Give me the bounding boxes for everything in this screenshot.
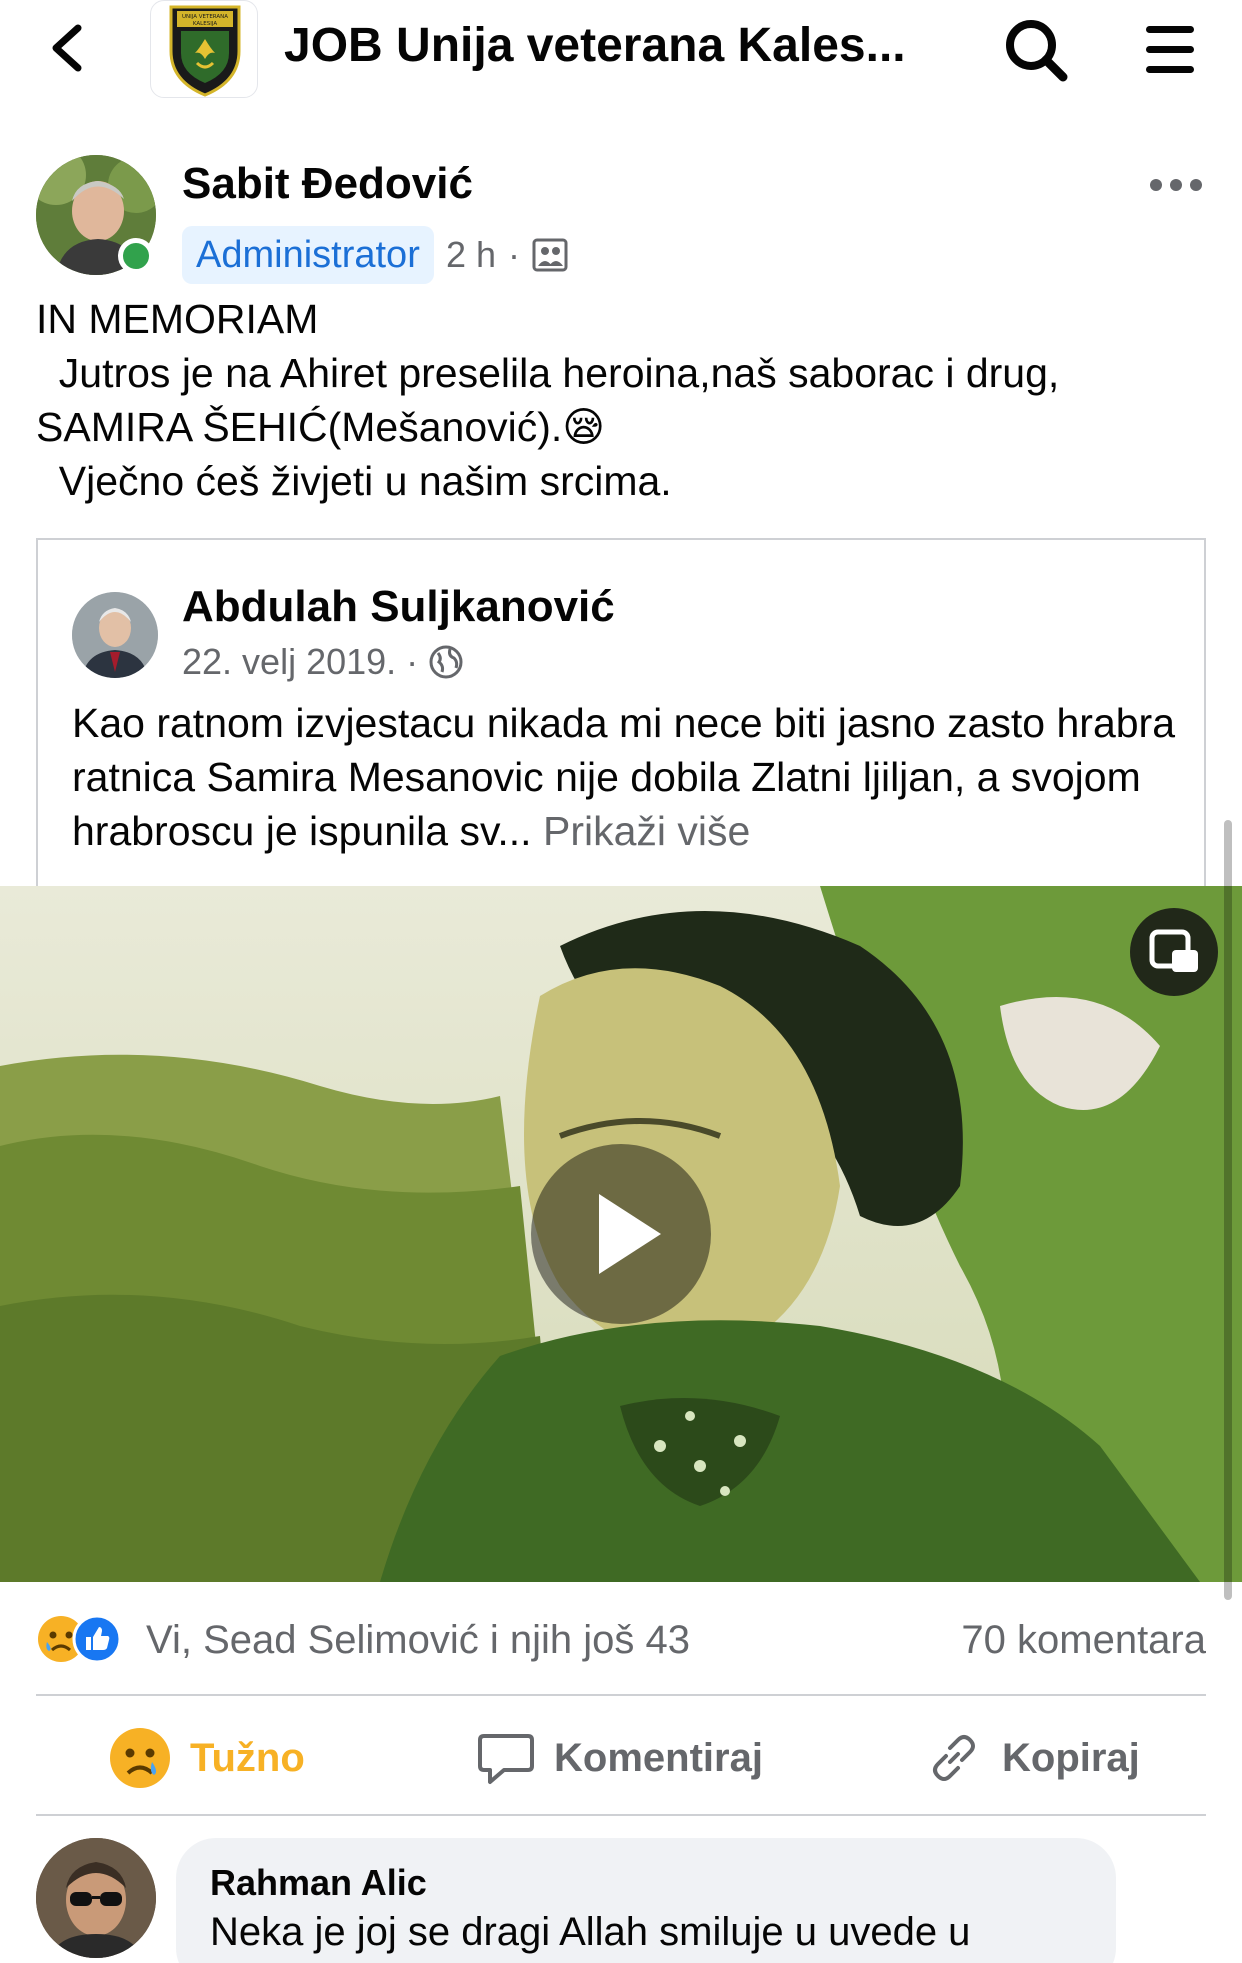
comment-button-label: Komentiraj [554, 1735, 763, 1780]
page-scrollbar[interactable] [1224, 820, 1232, 1600]
menu-button[interactable] [1140, 16, 1200, 82]
group-title[interactable]: JOB Unija veterana Kales... [284, 14, 944, 78]
logo-text-top: UNIJA VETERANA [182, 14, 228, 20]
shared-author-avatar[interactable] [72, 592, 158, 678]
picture-in-picture-button[interactable] [1130, 908, 1218, 996]
sad-reaction-button[interactable]: Tužno [108, 1698, 305, 1818]
back-icon [52, 24, 82, 72]
video-player[interactable] [0, 886, 1242, 1582]
comment-button[interactable]: Komentiraj [476, 1698, 763, 1818]
post-text: IN MEMORIAM Jutros je na Ahiret preselil… [36, 292, 1216, 508]
shared-post-meta: 22. velj 2019. · [182, 640, 464, 684]
sleepy-emoji: 😪 [562, 404, 606, 450]
commenter-photo [36, 1838, 156, 1958]
meta-separator: · [508, 234, 521, 275]
shared-author-photo [72, 592, 158, 678]
comment-icon [478, 1734, 534, 1784]
post-text-line-3-text: SAMIRA ŠEHIĆ(Mešanović). [36, 404, 563, 450]
post-time[interactable]: 2 h [446, 229, 496, 281]
reactions-row[interactable]: Vi, Sead Selimović i njih još 43 70 kome… [36, 1608, 1206, 1672]
shared-meta-separator: · [406, 641, 419, 682]
top-bar: UNIJA VETERANA KALESIJA JOB Unija vetera… [0, 0, 1242, 110]
reaction-icons [36, 1614, 136, 1664]
sad-reaction-label: Tužno [190, 1735, 305, 1780]
pip-icon [1149, 929, 1198, 972]
more-icon [1150, 179, 1202, 191]
reactions-summary[interactable]: Vi, Sead Selimović i njih još 43 [146, 1608, 690, 1672]
divider-top [36, 1694, 1206, 1696]
shared-post-card[interactable]: Abdulah Suljkanović 22. velj 2019. · Kao… [36, 538, 1206, 888]
like-reaction-icon [72, 1614, 122, 1664]
group-visibility-icon [532, 238, 568, 272]
online-status-dot [118, 238, 154, 274]
post-text-line-2: Jutros je na Ahiret preselila heroina,na… [36, 350, 1060, 396]
post-text-line-3: SAMIRA ŠEHIĆ(Mešanović).😪 [36, 400, 1216, 454]
shared-post-date[interactable]: 22. velj 2019. [182, 640, 396, 684]
play-icon [599, 1194, 661, 1274]
back-button[interactable] [40, 18, 100, 78]
copy-link-button[interactable]: Kopiraj [924, 1698, 1140, 1818]
comment-text: Neka je joj se dragi Allah smiluje u uve… [210, 1910, 971, 1954]
play-button[interactable] [531, 1144, 711, 1324]
shared-post-text: Kao ratnom izvjestacu nikada mi nece bit… [72, 696, 1182, 858]
post-author-name[interactable]: Sabit Đedović [182, 158, 473, 210]
see-more-link[interactable]: Prikaži više [543, 808, 750, 854]
post-text-line-4: Vječno ćeš živjeti u našim srcima. [36, 458, 672, 504]
menu-icon [1146, 26, 1194, 73]
group-logo[interactable]: UNIJA VETERANA KALESIJA [150, 0, 258, 98]
post-text-line-1: IN MEMORIAM [36, 296, 319, 342]
post-actions: Tužno Komentiraj Kopiraj [36, 1698, 1206, 1818]
post-more-button[interactable] [1148, 168, 1204, 202]
search-icon [1006, 20, 1068, 82]
divider-bottom [36, 1814, 1206, 1816]
shared-author-name[interactable]: Abdulah Suljkanović [182, 580, 615, 634]
comment-author[interactable]: Rahman Alic [210, 1860, 1082, 1906]
sad-reaction-icon [110, 1728, 170, 1788]
post-meta: 2 h · [446, 226, 568, 284]
link-icon [933, 1735, 975, 1781]
logo-text-bottom: KALESIJA [193, 21, 217, 27]
globe-icon [429, 645, 463, 679]
copy-button-label: Kopiraj [1002, 1735, 1140, 1780]
admin-badge[interactable]: Administrator [182, 226, 434, 284]
group-shield-logo: UNIJA VETERANA KALESIJA [169, 5, 241, 97]
comment-bubble[interactable]: Rahman Alic Neka je joj se dragi Allah s… [176, 1838, 1116, 1963]
commenter-avatar[interactable] [36, 1838, 156, 1958]
comments-count[interactable]: 70 komentara [961, 1608, 1206, 1672]
search-button[interactable] [1000, 14, 1072, 86]
